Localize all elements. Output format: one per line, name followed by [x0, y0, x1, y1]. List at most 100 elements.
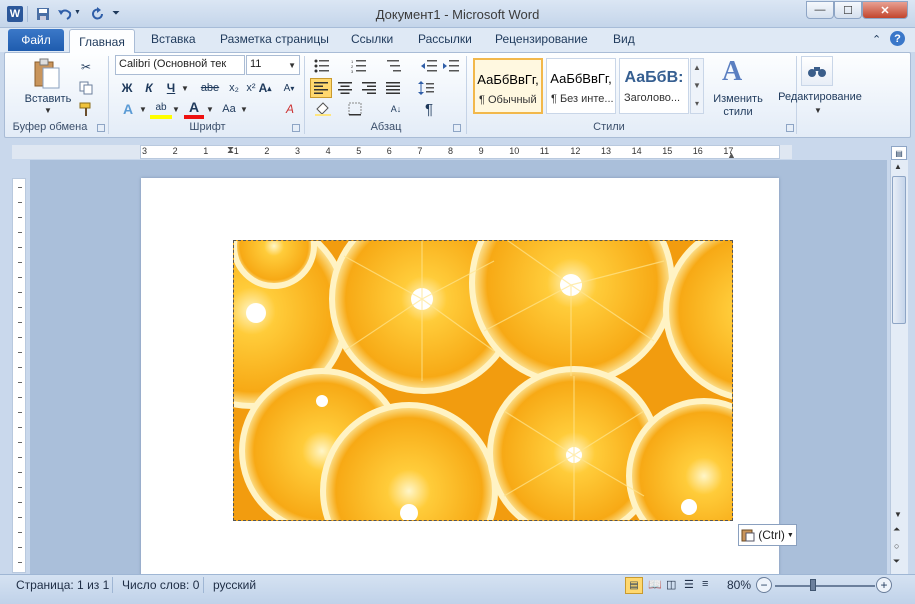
- zoom-level[interactable]: 80%: [727, 578, 751, 592]
- oranges-picture: [234, 241, 732, 520]
- styles-scroll[interactable]: ▲ ▼ ▾: [690, 58, 704, 114]
- paste-dropdown-icon: ▼: [44, 106, 52, 115]
- zoom-out-icon[interactable]: −: [756, 577, 772, 593]
- maximize-button[interactable]: ☐: [834, 1, 862, 19]
- tab-view[interactable]: Вид: [613, 32, 635, 50]
- clear-formatting-button[interactable]: A: [280, 99, 300, 119]
- page-count[interactable]: Страница: 1 из 1: [16, 578, 109, 592]
- tab-home[interactable]: Главная: [69, 29, 135, 53]
- copy-icon[interactable]: [76, 78, 96, 98]
- tab-insert[interactable]: Вставка: [151, 32, 196, 50]
- multilevel-list-icon[interactable]: [383, 56, 405, 76]
- decrease-indent-icon[interactable]: [419, 56, 439, 76]
- tab-page-layout[interactable]: Разметка страницы: [220, 32, 329, 50]
- grow-font-button[interactable]: A ▴: [255, 78, 275, 98]
- styles-launcher-icon[interactable]: [786, 124, 794, 132]
- scroll-down-icon[interactable]: ▼: [894, 510, 902, 519]
- ruler-tick: [18, 307, 22, 308]
- tab-mailings[interactable]: Рассылки: [418, 32, 472, 50]
- cut-icon[interactable]: ✂: [76, 57, 96, 77]
- shading-icon[interactable]: [312, 99, 334, 119]
- justify-button[interactable]: [382, 78, 404, 98]
- superscript-button[interactable]: x²: [244, 78, 258, 98]
- next-page-icon[interactable]: ⏷: [893, 556, 900, 567]
- paste-options-dropdown-icon: ▼: [786, 531, 794, 539]
- orange-slices-image[interactable]: [233, 240, 733, 521]
- tab-file[interactable]: Файл: [8, 29, 64, 51]
- change-case-button[interactable]: Aa: [218, 99, 240, 119]
- tab-references[interactable]: Ссылки: [351, 32, 393, 50]
- vertical-ruler: [12, 178, 26, 573]
- highlight-dropdown-icon[interactable]: ▼: [172, 105, 180, 114]
- scroll-up-icon[interactable]: ▲: [894, 162, 902, 171]
- paste-options-button[interactable]: (Ctrl) ▼: [738, 524, 797, 546]
- view-ruler-icon[interactable]: ▤: [891, 146, 907, 160]
- right-indent-marker[interactable]: ▲: [727, 150, 736, 160]
- sort-icon[interactable]: A↓: [386, 99, 406, 119]
- full-screen-reading-icon[interactable]: 📖: [648, 578, 662, 591]
- previous-page-icon[interactable]: ⏶: [893, 524, 900, 535]
- group-font-label: Шрифт: [189, 121, 226, 133]
- close-button[interactable]: ✕: [862, 1, 908, 19]
- language-indicator[interactable]: русский: [213, 578, 256, 592]
- change-case-dropdown-icon[interactable]: ▼: [240, 105, 248, 114]
- ruler-number: 11: [539, 146, 550, 156]
- change-styles-button[interactable]: A Изменить стили: [708, 56, 768, 120]
- bold-button[interactable]: Ж: [117, 78, 137, 98]
- minimize-ribbon-icon[interactable]: ⌃: [872, 33, 881, 46]
- italic-button[interactable]: К: [139, 78, 159, 98]
- binoculars-icon: [801, 56, 833, 86]
- paste-button[interactable]: Вставить ▼: [22, 56, 72, 115]
- ruler-tick: [18, 322, 22, 323]
- select-browse-object-icon[interactable]: ○: [894, 541, 899, 551]
- subscript-button[interactable]: x₂: [224, 78, 244, 98]
- font-color-dropdown-icon[interactable]: ▼: [206, 105, 214, 114]
- ruler-tick: [18, 457, 22, 458]
- style-no-spacing[interactable]: АаБбВвГг, ¶ Без инте...: [546, 58, 616, 114]
- highlight-button[interactable]: ab: [150, 99, 172, 119]
- ruler-tick: [18, 202, 22, 203]
- outline-icon[interactable]: ☰: [684, 578, 694, 591]
- ruler-tick: [18, 502, 22, 503]
- word-count[interactable]: Число слов: 0: [122, 578, 199, 592]
- print-layout-icon[interactable]: ▤: [625, 577, 643, 594]
- zoom-slider[interactable]: [775, 585, 875, 587]
- ruler-tick: [18, 262, 22, 263]
- font-launcher-icon[interactable]: [292, 124, 300, 132]
- numbering-icon[interactable]: 123: [348, 56, 370, 76]
- show-formatting-button[interactable]: ¶: [419, 99, 439, 119]
- indent-marker[interactable]: ⧗: [227, 145, 234, 156]
- font-size-select[interactable]: 11 ▼: [246, 55, 300, 75]
- scrollbar-thumb[interactable]: [892, 176, 906, 324]
- format-painter-icon[interactable]: [76, 99, 96, 119]
- line-spacing-icon[interactable]: [414, 78, 438, 98]
- align-left-button[interactable]: [310, 78, 332, 98]
- borders-icon[interactable]: [344, 99, 366, 119]
- text-effects-button[interactable]: A: [117, 99, 139, 119]
- clipboard-launcher-icon[interactable]: [97, 124, 105, 132]
- ruler-number: 3: [142, 146, 148, 156]
- underline-button[interactable]: Ч: [161, 78, 181, 98]
- text-effects-dropdown-icon[interactable]: ▼: [139, 105, 147, 114]
- align-center-button[interactable]: [334, 78, 356, 98]
- draft-icon[interactable]: ≡: [702, 578, 708, 590]
- tab-review[interactable]: Рецензирование: [495, 32, 588, 50]
- paragraph-launcher-icon[interactable]: [453, 124, 461, 132]
- font-name-select[interactable]: Calibri (Основной тек: [115, 55, 245, 75]
- help-icon[interactable]: ?: [890, 31, 905, 46]
- style-heading1[interactable]: АаБбВ: Заголово...: [619, 58, 689, 114]
- bullets-icon[interactable]: [311, 56, 333, 76]
- style-normal[interactable]: АаБбВвГг, ¶ Обычный: [473, 58, 543, 114]
- shrink-font-button[interactable]: A ▾: [279, 78, 299, 98]
- font-color-button[interactable]: A: [184, 99, 204, 119]
- editing-button[interactable]: Редактирование ▼: [778, 56, 868, 118]
- zoom-in-icon[interactable]: +: [876, 577, 892, 593]
- zoom-slider-thumb[interactable]: [810, 579, 816, 591]
- underline-dropdown-icon[interactable]: ▼: [181, 84, 189, 93]
- ruler-number: 2: [172, 146, 178, 156]
- strikethrough-button[interactable]: abe: [198, 78, 222, 98]
- increase-indent-icon[interactable]: [441, 56, 461, 76]
- web-layout-icon[interactable]: ◫: [666, 578, 676, 591]
- minimize-button[interactable]: —: [806, 1, 834, 19]
- align-right-button[interactable]: [358, 78, 380, 98]
